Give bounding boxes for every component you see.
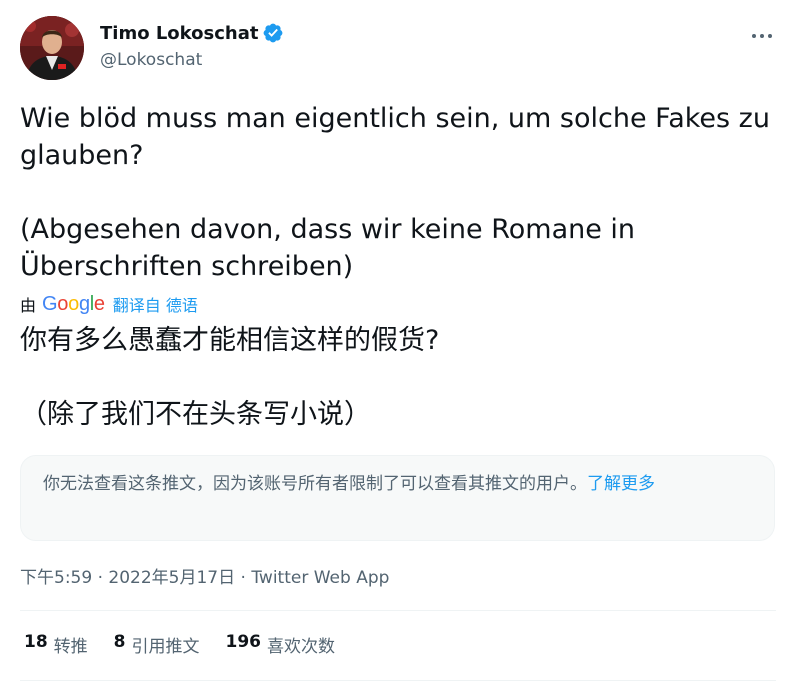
verified-badge-icon [264,23,283,43]
restricted-tweet-notice: 你无法查看这条推文，因为该账号所有者限制了可以查看其推文的用户。了解更多 [20,455,775,541]
likes-count: 196 [225,632,262,652]
more-options-icon[interactable] [748,22,776,50]
author-info: Timo Lokoschat @Lokoschat [100,20,284,70]
meta-separator: · [235,568,252,588]
google-logo: Google [42,292,105,315]
translated-paragraph: （除了我们不在头条写小说） [20,399,371,430]
translated-by-label: 由 [20,296,37,315]
likes-label: 喜欢次数 [267,637,336,657]
quote-tweets-count: 8 [113,632,126,652]
translation-attribution: 由 Google 翻译自 德语 [20,290,198,318]
retweets-stat[interactable]: 18 转推 [24,632,88,657]
notice-text: 你无法查看这条推文，因为该账号所有者限制了可以查看其推文的用户。 [43,474,587,494]
avatar-image [20,16,84,80]
likes-stat[interactable]: 196 喜欢次数 [226,632,336,657]
tweet-text: Wie blöd muss man eigentlich sein, um so… [20,100,780,285]
author-handle[interactable]: @Lokoschat [100,50,284,70]
quote-tweets-stat[interactable]: 8 引用推文 [114,632,200,657]
divider [20,610,776,611]
translated-text: 你有多么愚蠢才能相信这样的假货? （除了我们不在头条写小说） [20,322,780,433]
tweet-paragraph: (Abgesehen davon, dass wir keine Romane … [20,214,636,282]
avatar[interactable] [20,16,84,80]
quote-tweets-label: 引用推文 [131,637,200,657]
translated-from-link[interactable]: 翻译自 德语 [113,292,198,316]
tweet-meta: 下午5:59 · 2022年5月17日 · Twitter Web App [20,563,389,588]
retweets-count: 18 [24,632,48,652]
tweet-paragraph: Wie blöd muss man eigentlich sein, um so… [20,103,770,171]
tweet-date[interactable]: 2022年5月17日 [108,568,235,588]
tweet-stats: 18 转推 8 引用推文 196 喜欢次数 [24,632,361,657]
divider [20,680,776,681]
tweet-time[interactable]: 下午5:59 [20,568,92,588]
meta-separator: · [92,568,109,588]
learn-more-link[interactable]: 了解更多 [587,474,655,494]
author-display-name[interactable]: Timo Lokoschat [100,23,258,44]
retweets-label: 转推 [53,637,88,657]
tweet-source[interactable]: Twitter Web App [251,568,389,588]
tweet-header: Timo Lokoschat @Lokoschat [20,16,776,82]
translated-paragraph: 你有多么愚蠢才能相信这样的假货? [20,325,440,356]
